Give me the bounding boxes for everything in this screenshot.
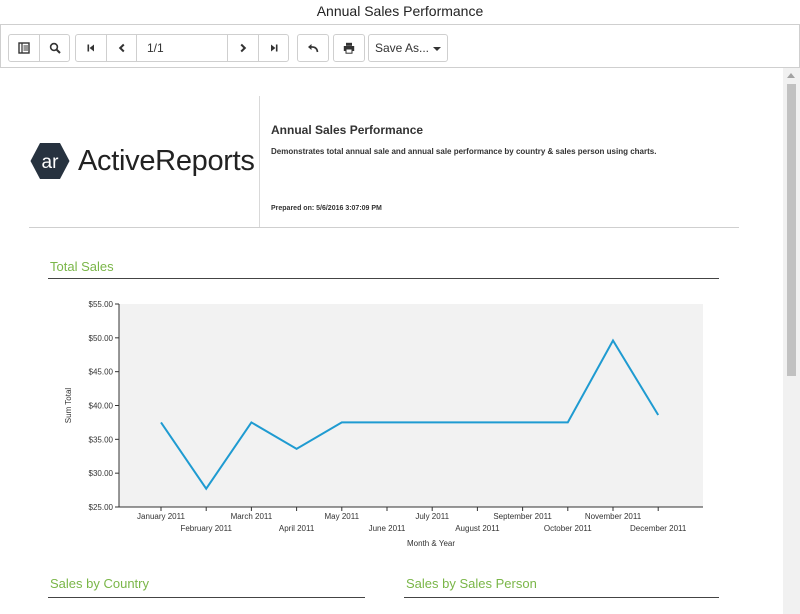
chevron-right-icon xyxy=(240,43,247,53)
section-rule-sales-by-country xyxy=(48,597,365,598)
activereports-logo: ar ActiveReports xyxy=(30,142,255,180)
section-title-sales-by-sales-person: Sales by Sales Person xyxy=(406,576,537,591)
save-as-label: Save As... xyxy=(374,41,430,55)
chart-x-tick-label: March 2011 xyxy=(231,512,273,521)
chart-y-tick-label: $30.00 xyxy=(89,469,114,478)
chart-x-tick-label: August 2011 xyxy=(455,524,500,533)
toolbar-group-view xyxy=(8,34,70,62)
section-title-total-sales: Total Sales xyxy=(50,259,114,274)
chart-y-tick-label: $50.00 xyxy=(89,334,114,343)
print-button[interactable] xyxy=(334,35,364,61)
chart-plot-area xyxy=(119,304,703,507)
logo-mark: ar xyxy=(42,152,60,173)
header-divider-horizontal xyxy=(29,227,739,228)
report-title: Annual Sales Performance xyxy=(271,123,424,137)
chart-y-tick-label: $45.00 xyxy=(89,368,114,377)
header-divider-vertical xyxy=(259,96,260,227)
chart-y-tick-label: $25.00 xyxy=(89,503,114,512)
chart-x-tick-label: December 2011 xyxy=(630,524,687,533)
chart-y-tick-label: $55.00 xyxy=(89,300,114,309)
search-button[interactable] xyxy=(39,35,69,61)
chart-x-axis-title: Month & Year xyxy=(407,539,455,548)
scrollbar-thumb[interactable] xyxy=(787,84,796,376)
chart-x-tick-label: November 2011 xyxy=(585,512,642,521)
previous-page-button[interactable] xyxy=(106,35,136,61)
vertical-scrollbar[interactable] xyxy=(783,68,800,614)
window-title: Annual Sales Performance xyxy=(316,3,484,19)
last-page-icon xyxy=(270,44,277,52)
page-number-input[interactable] xyxy=(136,35,228,61)
caret-down-icon xyxy=(433,47,442,51)
chart-x-tick-label: May 2011 xyxy=(325,512,360,521)
section-rule-total-sales xyxy=(48,278,719,279)
logo-hexagon-icon: ar xyxy=(30,143,70,179)
chart-x-tick-label: June 2011 xyxy=(369,524,406,533)
section-rule-sales-by-sales-person xyxy=(404,597,719,598)
toggle-sidebar-button[interactable] xyxy=(9,35,39,61)
search-icon xyxy=(49,42,61,54)
chart-x-tick-label: July 2011 xyxy=(415,512,449,521)
save-as-dropdown[interactable]: Save As... xyxy=(369,35,447,61)
chart-x-tick-label: September 2011 xyxy=(493,512,552,521)
sidebar-icon xyxy=(18,42,30,54)
chart-y-tick-label: $40.00 xyxy=(89,402,114,411)
chart-x-tick-label: October 2011 xyxy=(544,524,592,533)
chart-y-axis-title: Sum Total xyxy=(64,388,73,424)
toolbar-group-export: Save As... xyxy=(368,34,448,62)
next-page-button[interactable] xyxy=(228,35,258,61)
toolbar-group-back xyxy=(297,34,329,62)
report-description: Demonstrates total annual sale and annua… xyxy=(271,147,657,156)
logo-wordmark: ActiveReports xyxy=(78,144,255,177)
chart-x-tick-label: February 2011 xyxy=(180,524,232,533)
chart-x-tick-label: April 2011 xyxy=(279,524,315,533)
back-to-parent-button[interactable] xyxy=(298,35,328,61)
printer-icon xyxy=(343,42,355,54)
prepared-on-text: Prepared on: 5/6/2016 3:07:09 PM xyxy=(271,205,382,212)
toolbar-group-print xyxy=(333,34,365,62)
first-page-icon xyxy=(87,44,94,52)
undo-arrow-icon xyxy=(308,44,319,53)
report-viewport[interactable]: ar ActiveReports Annual Sales Performanc… xyxy=(0,68,800,614)
first-page-button[interactable] xyxy=(76,35,106,61)
section-title-sales-by-country: Sales by Country xyxy=(50,576,149,591)
chart-x-tick-label: January 2011 xyxy=(137,512,185,521)
last-page-button[interactable] xyxy=(258,35,288,61)
viewer-toolbar: Save As... xyxy=(0,24,800,68)
chart-y-tick-label: $35.00 xyxy=(89,435,114,444)
toolbar-group-navigation xyxy=(75,34,289,62)
chevron-left-icon xyxy=(118,43,124,53)
total-sales-line-chart: $25.00 $30.00 $35.00 $40.00 $45.00 $50.00 $55.… xyxy=(64,300,703,548)
scroll-up-arrow-icon[interactable] xyxy=(787,73,795,78)
